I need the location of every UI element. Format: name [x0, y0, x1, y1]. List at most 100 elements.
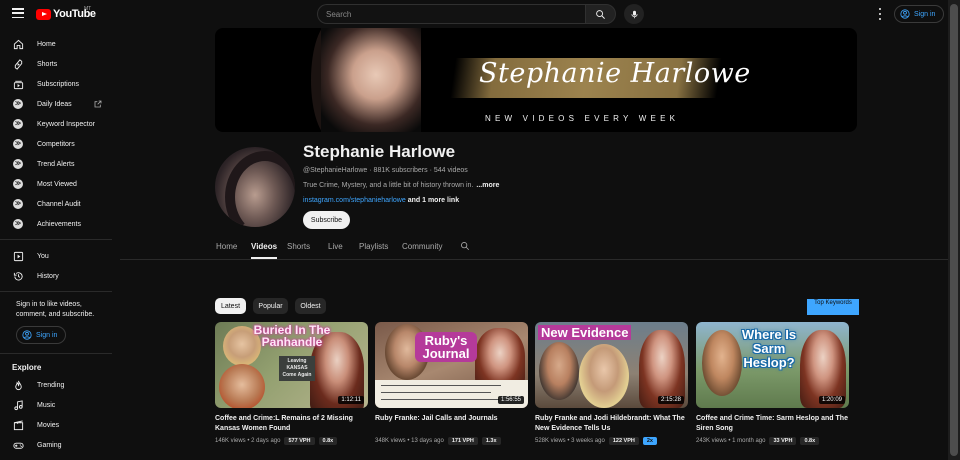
account-icon [22, 330, 32, 340]
video-card[interactable]: Where Is Sarm Heslop? 1:20:09 Coffee and… [696, 322, 849, 445]
extension-icon: ≫ [13, 99, 23, 109]
voice-search-button[interactable] [624, 4, 644, 24]
sidebar: Home Shorts Subscriptions ≫ Daily Ideas … [0, 28, 115, 460]
tab-live[interactable]: Live [328, 237, 343, 259]
region-code: MT [84, 6, 92, 12]
video-title[interactable]: Coffee and Crime Time: Sarm Heslop and T… [696, 414, 849, 434]
vph-badge: 577 VPH [284, 437, 315, 445]
description-more-link[interactable]: ...more [476, 182, 499, 189]
sidebar-item-trending[interactable]: Trending [0, 375, 112, 395]
thumb-person [219, 364, 265, 408]
sidebar-item-channel-audit[interactable]: ≫ Channel Audit [0, 194, 112, 214]
sidebar-item-gaming[interactable]: Gaming [0, 435, 112, 455]
sidebar-signin-button[interactable]: Sign in [16, 326, 66, 344]
settings-menu-button[interactable] [876, 8, 884, 20]
sidebar-item-movies[interactable]: Movies [0, 415, 112, 435]
tab-home[interactable]: Home [216, 237, 237, 259]
scrollbar-thumb[interactable] [950, 4, 958, 456]
sidebar-item-competitors[interactable]: ≫ Competitors [0, 134, 112, 154]
signin-button[interactable]: Sign in [894, 5, 944, 23]
thumb-title-text: Buried In The Panhandle [253, 323, 331, 349]
sidebar-item-music[interactable]: Music [0, 395, 112, 415]
chip-popular[interactable]: Popular [253, 298, 288, 314]
video-card[interactable]: Buried In The Panhandle Leaving KANSAS C… [215, 322, 368, 445]
channel-handle: @StephanieHarlowe [303, 167, 368, 174]
multiplier-badge: 0.8x [800, 437, 820, 445]
extension-icon: ≫ [13, 159, 23, 169]
banner-photo [321, 28, 421, 132]
sidebar-item-daily-ideas[interactable]: ≫ Daily Ideas [0, 94, 112, 114]
video-card[interactable]: Ruby's Journal 1:56:55 Ruby Franke: Jail… [375, 322, 528, 445]
video-title[interactable]: Ruby Franke: Jail Calls and Journals [375, 414, 528, 434]
sidebar-item-home[interactable]: Home [0, 34, 112, 54]
sidebar-item-most-viewed[interactable]: ≫ Most Viewed [0, 174, 112, 194]
signin-prompt: Sign in to like videos, comment, and sub… [16, 301, 95, 318]
more-links-button[interactable]: and 1 more link [408, 197, 459, 204]
video-duration: 2:15:28 [657, 396, 684, 404]
banner-name: Stephanie Harlowe [479, 58, 751, 89]
extension-icon: ≫ [13, 219, 23, 229]
sidebar-item-you[interactable]: You [0, 246, 112, 266]
channel-avatar[interactable] [215, 147, 295, 227]
subscriptions-icon [13, 80, 23, 89]
banner-tagline: NEW VIDEOS EVERY WEEK [485, 114, 680, 123]
video-thumbnail[interactable]: New Evidence 2:15:28 [535, 322, 688, 408]
account-icon [900, 9, 910, 19]
channel-meta: @StephanieHarlowe · 881K subscribers · 5… [303, 167, 468, 174]
extension-icon: ≫ [13, 139, 23, 149]
vph-badge: 122 VPH [608, 437, 639, 445]
sidebar-item-achievements[interactable]: ≫ Achievements [0, 214, 112, 234]
video-thumbnail[interactable]: Buried In The Panhandle Leaving KANSAS C… [215, 322, 368, 408]
history-icon [13, 271, 23, 280]
search-input[interactable] [317, 4, 585, 24]
video-meta: 528K views • 3 weeks ago 122 VPH 2x [535, 437, 688, 445]
video-duration: 1:12:11 [338, 396, 364, 404]
vph-badge: 171 VPH [447, 437, 478, 445]
sidebar-item-trend-alerts[interactable]: ≫ Trend Alerts [0, 154, 112, 174]
video-duration: 1:20:09 [818, 396, 845, 404]
video-meta: 146K views • 2 days ago 577 VPH 0.8x [215, 437, 368, 445]
menu-icon[interactable] [12, 8, 24, 18]
tab-videos[interactable]: Videos [251, 237, 278, 259]
multiplier-badge: 2x [642, 437, 657, 445]
tab-community[interactable]: Community [402, 237, 442, 259]
video-thumbnail[interactable]: Ruby's Journal 1:56:55 [375, 322, 528, 408]
extension-icon: ≫ [13, 199, 23, 209]
multiplier-badge: 0.8x [318, 437, 338, 445]
subscribe-button[interactable]: Subscribe [303, 211, 350, 229]
chip-latest[interactable]: Latest [215, 298, 246, 314]
subscriber-count: 881K subscribers [373, 167, 428, 174]
video-thumbnail[interactable]: Where Is Sarm Heslop? 1:20:09 [696, 322, 849, 408]
sidebar-item-keyword-inspector[interactable]: ≫ Keyword Inspector [0, 114, 112, 134]
sidebar-item-subscriptions[interactable]: Subscriptions [0, 74, 112, 94]
youtube-play-icon [36, 8, 51, 20]
gaming-icon [12, 442, 24, 449]
sidebar-item-shorts[interactable]: Shorts [0, 54, 112, 74]
thumb-journal-line [381, 392, 491, 393]
external-link-icon [94, 100, 102, 108]
video-card[interactable]: New Evidence 2:15:28 Ruby Franke and Jod… [535, 322, 688, 445]
tab-playlists[interactable]: Playlists [359, 237, 388, 259]
instagram-link[interactable]: instagram.com/stephanieharlowe [303, 197, 406, 204]
top-bar: YouTube MT Sign in [0, 0, 948, 28]
thumb-title-text: New Evidence [538, 325, 632, 340]
thumb-person [539, 342, 579, 400]
microphone-icon [631, 10, 637, 18]
video-title[interactable]: Ruby Franke and Jodi Hildebrandt: What T… [535, 414, 688, 434]
page-scrollbar[interactable] [948, 0, 960, 460]
explore-heading: Explore [12, 363, 42, 372]
video-title[interactable]: Coffee and Crime:L Remains of 2 Missing … [215, 414, 368, 434]
top-keywords-button[interactable]: Top Keywords [807, 299, 859, 315]
search-button[interactable] [585, 4, 616, 24]
video-meta: 348K views • 13 days ago 171 VPH 1.3x [375, 437, 528, 445]
channel-description[interactable]: True Crime, Mystery, and a little bit of… [303, 182, 499, 189]
sidebar-item-history[interactable]: History [0, 266, 112, 286]
chip-oldest[interactable]: Oldest [295, 298, 326, 314]
tabs-divider [120, 259, 948, 260]
sidebar-divider [0, 291, 112, 292]
search-icon [596, 9, 605, 19]
channel-name: Stephanie Harlowe [303, 142, 456, 161]
thumb-road-sign: Leaving KANSAS Come Again [279, 356, 315, 381]
channel-search-icon[interactable] [460, 241, 470, 251]
tab-shorts[interactable]: Shorts [287, 237, 310, 259]
